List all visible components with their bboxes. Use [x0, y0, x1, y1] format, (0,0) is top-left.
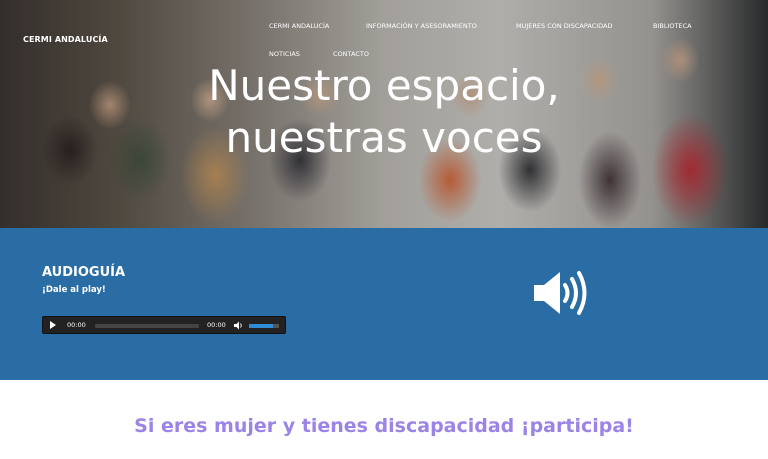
audioguide-title: AUDIOGUÍA [42, 265, 126, 280]
hero-title-line-2: nuestras voces [225, 113, 543, 162]
nav-item-contacto[interactable]: CONTACTO [333, 50, 369, 58]
hero-banner: CERMI ANDALUCÍA CERMI ANDALUCÍA INFORMAC… [0, 0, 768, 228]
volume-icon[interactable] [234, 321, 244, 330]
participate-heading: Si eres mujer y tienes discapacidad ¡par… [134, 415, 634, 437]
hero-title-line-1: Nuestro espacio, [208, 61, 560, 110]
progress-bar[interactable] [95, 324, 199, 328]
volume-level [249, 324, 273, 328]
nav-item-biblioteca[interactable]: BIBLIOTECA [653, 22, 692, 30]
nav-item-cermi-andalucia[interactable]: CERMI ANDALUCÍA [269, 22, 329, 30]
hero-title: Nuestro espacio, nuestras voces [0, 60, 768, 164]
volume-slider[interactable] [249, 324, 279, 328]
nav-item-informacion[interactable]: INFORMACIÓN Y ASESORAMIENTO [366, 22, 477, 30]
audioguide-subtitle: ¡Dale al play! [42, 285, 106, 295]
audio-player: 00:00 00:00 [42, 316, 286, 334]
speaker-volume-icon [534, 271, 587, 315]
nav-item-mujeres[interactable]: MUJERES CON DISCAPACIDAD [516, 22, 612, 30]
play-icon[interactable] [50, 321, 56, 329]
duration-time: 00:00 [207, 321, 226, 329]
nav-item-noticias[interactable]: NOTICIAS [269, 50, 300, 58]
audioguide-section: AUDIOGUÍA ¡Dale al play! 00:00 00:00 [0, 228, 768, 380]
current-time: 00:00 [67, 321, 86, 329]
